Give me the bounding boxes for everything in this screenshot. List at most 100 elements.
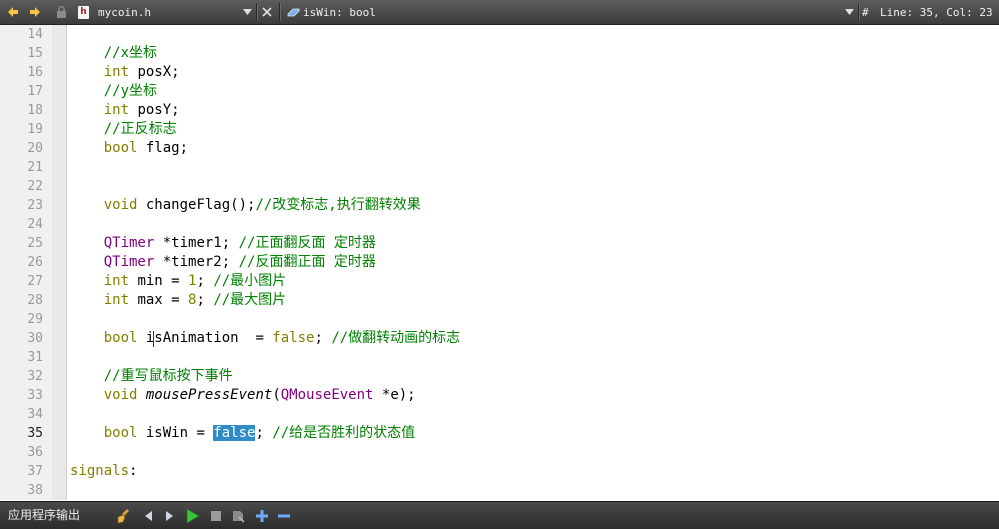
file-selector[interactable]: mycoin.h [98, 0, 151, 24]
code-token: flag; [137, 140, 189, 156]
previous-output-button[interactable] [138, 506, 158, 526]
code-editor[interactable]: 14 15 //x坐标 16 int posX; 17 //y坐标 18 int pos… [0, 25, 999, 500]
code-text: int posX; [70, 63, 180, 82]
code-line[interactable]: 23 void changeFlag();//改变标志,执行翻转效果 [0, 196, 999, 215]
code-line[interactable]: 33 void mousePressEvent(QMouseEvent *e); [0, 386, 999, 405]
code-line[interactable]: 26 QTimer *timer2; //反面翻正面 定时器 [0, 253, 999, 272]
line-number: 36 [27, 445, 43, 460]
code-text: int posY; [70, 101, 180, 120]
code-token: ; [255, 425, 273, 441]
code-line[interactable]: 22 [0, 177, 999, 196]
type-token: int [103, 102, 130, 118]
code-line[interactable]: 35 bool isWin = false; //给是否胜利的状态值 [0, 424, 999, 443]
code-line[interactable]: 25 QTimer *timer1; //正面翻反面 定时器 [0, 234, 999, 253]
code-line[interactable]: 18 int posY; [0, 101, 999, 120]
lock-button[interactable] [52, 0, 70, 24]
line-col-readout: Line: 35, Col: 23 [880, 5, 993, 19]
rerun-button[interactable] [182, 506, 202, 526]
type-token: void [103, 197, 138, 213]
code-line[interactable]: 31 [0, 348, 999, 367]
code-text: signals: [70, 462, 137, 481]
code-token: posY; [129, 102, 180, 118]
plus-icon [256, 510, 268, 522]
comment-token: //y坐标 [103, 83, 158, 99]
file-dropdown-button[interactable] [238, 0, 256, 24]
type-token: bool [103, 330, 138, 346]
line-number: 30 [27, 331, 43, 346]
code-token: ; [314, 330, 332, 346]
close-document-button[interactable] [258, 0, 276, 24]
stop-button[interactable] [206, 506, 226, 526]
line-number: 25 [27, 236, 43, 251]
code-line[interactable]: 16 int posX; [0, 63, 999, 82]
code-line[interactable]: 34 [0, 405, 999, 424]
code-line[interactable]: 36 [0, 443, 999, 462]
back-button[interactable] [4, 0, 22, 24]
line-number: 20 [27, 141, 43, 156]
code-line[interactable]: 38 [0, 481, 999, 500]
file-name: mycoin.h [98, 5, 151, 19]
symbol-dropdown-button[interactable] [840, 0, 858, 24]
line-number: 28 [27, 293, 43, 308]
type-token: void [103, 387, 138, 403]
next-output-button[interactable] [160, 506, 180, 526]
clear-output-button[interactable] [114, 506, 134, 526]
qt-class-token: QMouseEvent [280, 387, 374, 403]
code-token: *timer2; [154, 254, 239, 270]
code-token: min = [129, 273, 189, 289]
line-number: 21 [27, 160, 43, 175]
code-line[interactable]: 37 signals: [0, 462, 999, 481]
comment-token: //x坐标 [103, 45, 158, 61]
type-token: int [103, 273, 130, 289]
code-line[interactable]: 27 int min = 1; //最小图片 [0, 272, 999, 291]
code-line[interactable]: 32 //重写鼠标按下事件 [0, 367, 999, 386]
line-number: 35 [27, 426, 43, 441]
symbol-variable-icon [287, 8, 300, 16]
debugger-attach-icon [233, 511, 245, 523]
code-line[interactable]: 14 [0, 25, 999, 44]
line-number: 37 [27, 464, 43, 479]
symbol-selector[interactable]: isWin: bool [303, 0, 376, 24]
code-line[interactable]: 17 //y坐标 [0, 82, 999, 101]
code-line[interactable]: 28 int max = 8; //最大图片 [0, 291, 999, 310]
hash-symbol: # [862, 5, 869, 19]
code-text: QTimer *timer1; //正面翻反面 定时器 [70, 234, 376, 253]
chevron-down-icon [844, 9, 854, 15]
code-text: //y坐标 [70, 82, 157, 101]
line-number: 18 [27, 103, 43, 118]
comment-token: //最小图片 [213, 273, 287, 289]
zoom-out-button[interactable] [274, 506, 294, 526]
code-token: max = [129, 292, 189, 308]
line-number: 27 [27, 274, 43, 289]
code-line[interactable]: 21 [0, 158, 999, 177]
line-number: 33 [27, 388, 43, 403]
code-line[interactable]: 30 bool isAnimation = false; //做翻转动画的标志 [0, 329, 999, 348]
zoom-in-button[interactable] [252, 506, 272, 526]
forward-button[interactable] [26, 0, 44, 24]
code-line[interactable]: 15 //x坐标 [0, 44, 999, 63]
code-token: *e); [373, 387, 416, 403]
code-token: : [129, 463, 138, 479]
code-text: int min = 1; //最小图片 [70, 272, 286, 291]
code-line[interactable]: 29 [0, 310, 999, 329]
qt-class-token: QTimer [103, 235, 155, 251]
function-name-token: mousePressEvent [145, 387, 273, 403]
line-number: 15 [27, 46, 43, 61]
code-line[interactable]: 24 [0, 215, 999, 234]
code-line[interactable]: 20 bool flag; [0, 139, 999, 158]
attach-debugger-button[interactable] [228, 506, 248, 526]
line-number: 17 [27, 84, 43, 99]
cursor-position[interactable]: Line: 35, Col: 23 [880, 0, 993, 24]
minus-icon [278, 514, 290, 518]
line-number: 23 [27, 198, 43, 213]
code-token: isWin = [137, 425, 214, 441]
line-number: 26 [27, 255, 43, 270]
back-arrow-icon [8, 7, 18, 17]
code-line[interactable]: 19 //正反标志 [0, 120, 999, 139]
hash-label: # [862, 0, 869, 24]
comment-token: //最大图片 [213, 292, 287, 308]
